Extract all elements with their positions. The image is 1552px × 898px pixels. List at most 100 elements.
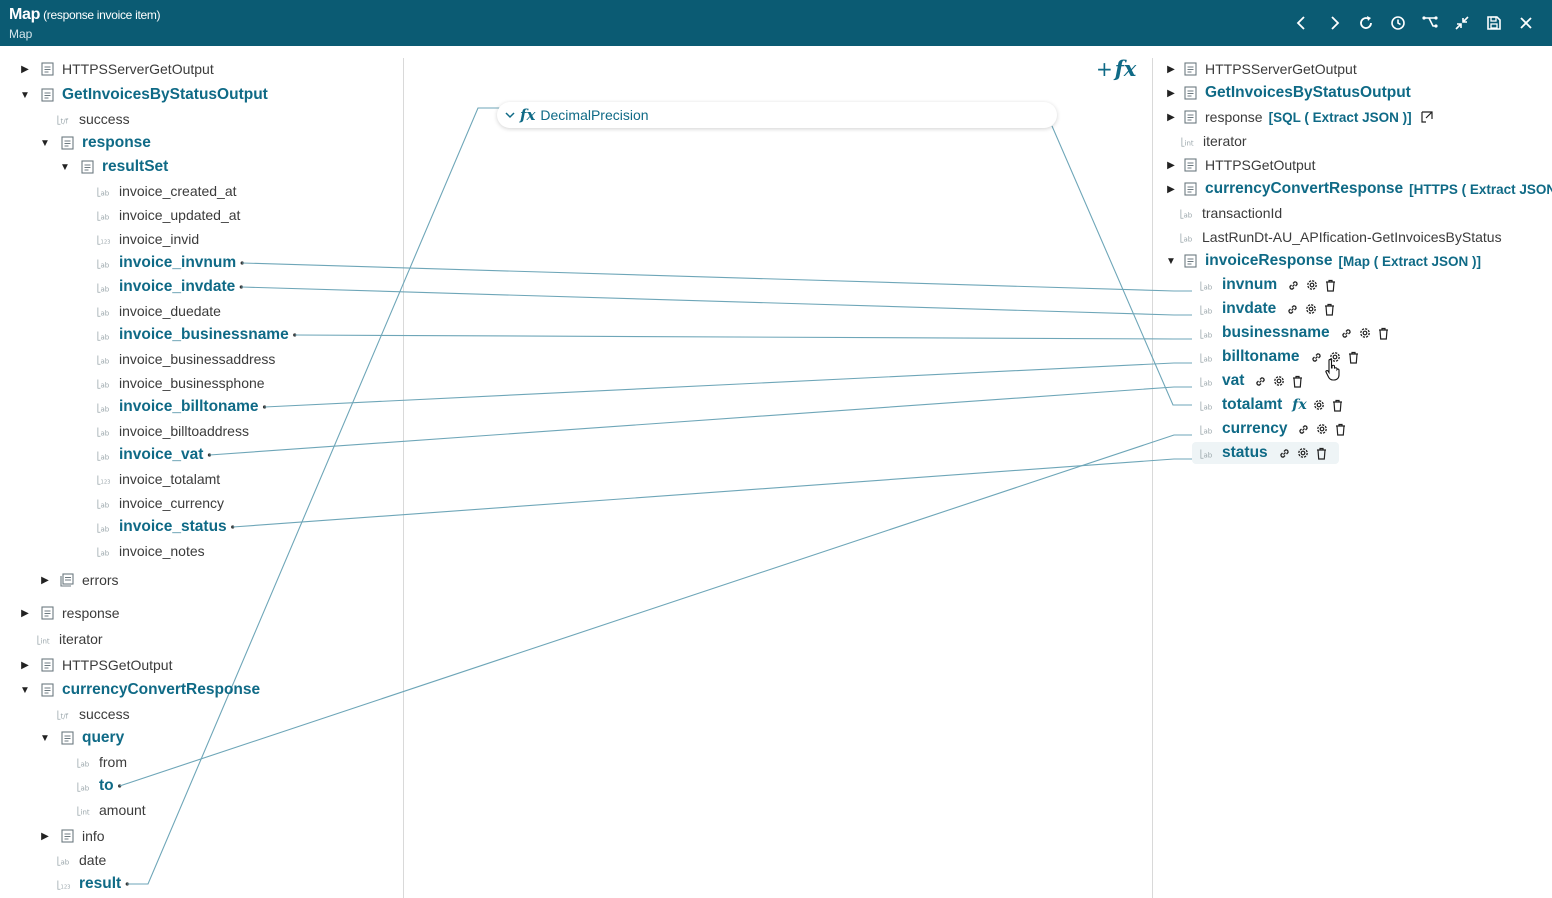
source-node-invoice-businessname[interactable]: ab invoice_businessname [97, 324, 289, 346]
source-node-invoice-billtoaddress[interactable]: ab invoice_billtoaddress [97, 420, 249, 442]
target-node-currency[interactable]: ab currency [1192, 418, 1352, 440]
expand-arrow-icon[interactable]: ▼ [58, 156, 72, 178]
mapping-line-s9-t10[interactable] [241, 286, 1192, 316]
source-node-invoice-updated-at[interactable]: ab invoice_updated_at [97, 204, 240, 226]
collapse-arrow-icon[interactable]: ▶ [18, 654, 32, 676]
source-node-GetInvoicesByStatusOutput[interactable]: ▼ GetInvoicesByStatusOutput [20, 84, 268, 106]
link-icon[interactable] [1287, 279, 1300, 292]
link-icon[interactable] [1254, 375, 1267, 388]
collapse-arrow-icon[interactable]: ▶ [1166, 82, 1176, 104]
target-node-httpsgetoutput[interactable]: ▶ HTTPSGetOutput [1167, 154, 1315, 176]
add-function-button[interactable]: +fx [1096, 56, 1136, 81]
source-node-invoice-status[interactable]: ab invoice_status [97, 516, 227, 538]
source-node-amount[interactable]: int amount [77, 799, 146, 821]
collapse-arrow-icon[interactable]: ▶ [1166, 58, 1176, 80]
link-icon[interactable] [1278, 447, 1291, 460]
source-node-success[interactable]: t/f success [57, 108, 130, 130]
gear-icon[interactable] [1272, 374, 1286, 388]
gear-icon[interactable] [1315, 422, 1329, 436]
target-node-invdate[interactable]: ab invdate [1192, 298, 1341, 320]
target-node-transactionid[interactable]: ab transactionId [1172, 202, 1282, 224]
source-node-invoice-currency[interactable]: ab invoice_currency [97, 492, 224, 514]
expand-arrow-icon[interactable]: ▼ [1166, 250, 1176, 272]
mapping-line-s11-t11[interactable] [294, 334, 1192, 340]
source-node-invoice-invdate[interactable]: ab invoice_invdate [97, 276, 235, 298]
source-node-from[interactable]: ab from [77, 751, 127, 773]
collapse-arrow-icon[interactable]: ▶ [1166, 106, 1176, 128]
gear-icon[interactable] [1304, 302, 1318, 316]
trash-icon[interactable] [1377, 327, 1390, 340]
target-node-businessname[interactable]: ab businessname [1192, 322, 1395, 344]
breadcrumb[interactable]: Map [9, 27, 32, 41]
expand-arrow-icon[interactable]: ▼ [18, 84, 32, 106]
source-node-invoice-created-at[interactable]: ab invoice_created_at [97, 180, 237, 202]
target-node-iterator[interactable]: int iterator [1173, 130, 1247, 152]
source-node-HTTPSGetOutput[interactable]: ▶ HTTPSGetOutput [21, 654, 172, 676]
trash-icon[interactable] [1324, 279, 1337, 292]
link-icon[interactable] [1340, 327, 1353, 340]
link-icon[interactable] [1297, 423, 1310, 436]
expand-arrow-icon[interactable]: ▼ [18, 679, 32, 701]
mapping-line-s8-t9[interactable] [242, 262, 1192, 292]
target-node-currencyconvertresponse[interactable]: ▶ currencyConvertResponse [HTTPS ( Extract… [1167, 178, 1552, 200]
close-button[interactable] [1510, 9, 1542, 37]
target-node-getinvoicesbystatusoutput[interactable]: ▶ GetInvoicesByStatusOutput [1167, 82, 1411, 104]
target-node-httpsservergetoutput[interactable]: ▶ HTTPSServerGetOutput [1167, 58, 1357, 80]
history-button[interactable] [1382, 9, 1414, 37]
source-node-to[interactable]: ab to [77, 775, 114, 797]
back-button[interactable] [1286, 9, 1318, 37]
target-node-status[interactable]: ab status [1192, 442, 1339, 464]
collapse-arrow-icon[interactable]: ▶ [38, 569, 52, 591]
save-button[interactable] [1478, 9, 1510, 37]
gear-icon[interactable] [1358, 326, 1372, 340]
link-icon[interactable] [1286, 303, 1299, 316]
source-node-info[interactable]: ▶ info [41, 825, 104, 847]
mapping-line-s29-t15[interactable] [119, 434, 1192, 787]
source-node-invoice-invid[interactable]: 123 invoice_invid [97, 228, 199, 250]
source-node-invoice-billtoname[interactable]: ab invoice_billtoname [97, 396, 259, 418]
trash-icon[interactable] [1347, 351, 1360, 364]
forward-button[interactable] [1318, 9, 1350, 37]
mapping-line-s19-t16[interactable] [232, 458, 1192, 528]
chevron-down-icon[interactable] [504, 109, 516, 121]
collapse-arrow-icon[interactable]: ▶ [18, 58, 32, 80]
source-node-invoice-totalamt[interactable]: 123 invoice_totalamt [97, 468, 220, 490]
source-node-response[interactable]: ▶ response [21, 602, 119, 624]
target-node-invoiceresponse[interactable]: ▼ invoiceResponse [Map ( Extract JSON )] [1166, 250, 1481, 272]
source-node-invoice-vat[interactable]: ab invoice_vat [97, 444, 203, 466]
link-icon[interactable] [1310, 351, 1323, 364]
target-node-totalamt[interactable]: ab totalamt fx [1192, 394, 1349, 416]
collapse-button[interactable] [1446, 9, 1478, 37]
target-node-response[interactable]: ▶ response [SQL ( Extract JSON )] [1167, 106, 1434, 128]
target-node-lastrundt-au-apification-getinvoicesbystatus[interactable]: ab LastRunDt-AU_APIfication-GetInvoicesBy… [1172, 226, 1502, 248]
source-node-resultSet[interactable]: ▼ resultSet [60, 156, 168, 178]
trash-icon[interactable] [1291, 375, 1304, 388]
collapse-arrow-icon[interactable]: ▶ [1166, 178, 1176, 200]
source-node-response[interactable]: ▼ response [40, 132, 151, 154]
collapse-arrow-icon[interactable]: ▶ [18, 602, 32, 624]
gear-icon[interactable] [1305, 278, 1319, 292]
mapping-tree-button[interactable] [1414, 9, 1446, 37]
trash-icon[interactable] [1334, 423, 1347, 436]
gear-icon[interactable] [1312, 398, 1326, 412]
source-node-invoice-duedate[interactable]: ab invoice_duedate [97, 300, 221, 322]
source-node-query[interactable]: ▼ query [40, 727, 124, 749]
refresh-button[interactable] [1350, 9, 1382, 37]
source-node-invoice-businessphone[interactable]: ab invoice_businessphone [97, 372, 265, 394]
source-node-success[interactable]: t/f success [57, 703, 130, 725]
source-node-invoice-notes[interactable]: ab invoice_notes [97, 540, 205, 562]
trash-icon[interactable] [1323, 303, 1336, 316]
function-box[interactable]: fx DecimalPrecision [497, 102, 1057, 128]
link-out-icon[interactable] [1420, 110, 1434, 124]
fx-icon[interactable]: fx [1292, 397, 1306, 413]
source-node-result[interactable]: 123 result [57, 873, 121, 895]
trash-icon[interactable] [1331, 399, 1344, 412]
gear-icon[interactable] [1296, 446, 1310, 460]
collapse-arrow-icon[interactable]: ▶ [38, 825, 52, 847]
source-node-iterator[interactable]: int iterator [37, 628, 103, 650]
mapping-line-s16-t13[interactable] [209, 386, 1192, 456]
expand-arrow-icon[interactable]: ▼ [38, 132, 52, 154]
target-node-invnum[interactable]: ab invnum [1192, 274, 1342, 296]
source-node-date[interactable]: ab date [57, 849, 106, 871]
source-node-invoice-businessaddress[interactable]: ab invoice_businessaddress [97, 348, 275, 370]
